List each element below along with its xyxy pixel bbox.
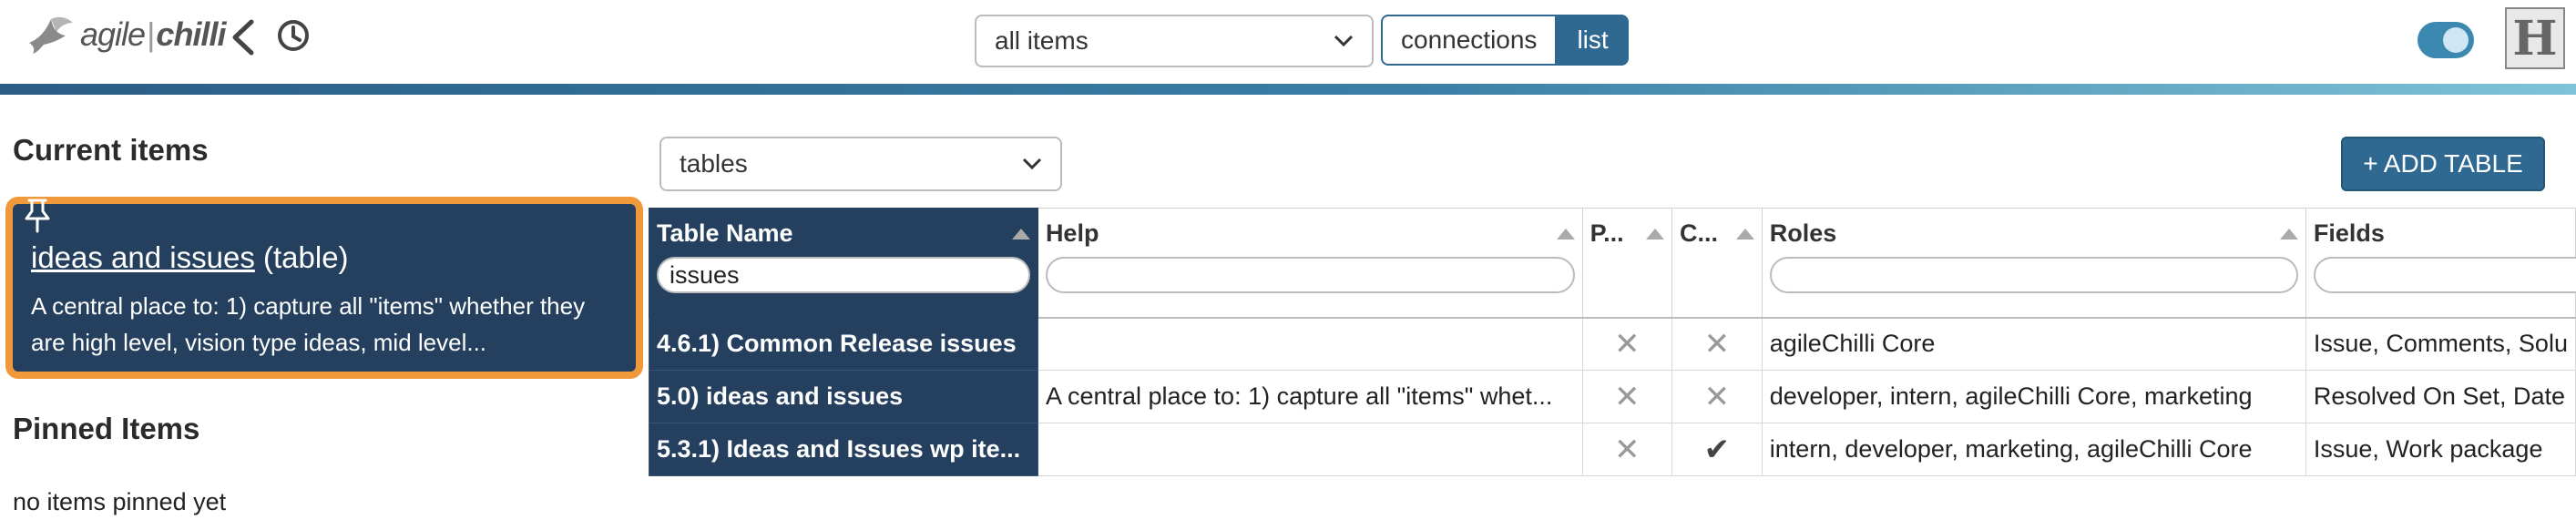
column-label: C... bbox=[1679, 219, 1718, 247]
current-items-heading: Current items bbox=[13, 133, 209, 167]
column-header-c[interactable]: C... bbox=[1671, 208, 1763, 319]
logo-wordmark: agile|chilli bbox=[80, 15, 226, 54]
table-header-row: Table Name Help P... C... Roles Fields bbox=[649, 208, 2576, 319]
roles-filter-input[interactable] bbox=[1769, 257, 2298, 293]
row-roles: agileChilli Core bbox=[1761, 317, 2306, 371]
tables-grid: Table Name Help P... C... Roles Fields bbox=[649, 208, 2576, 476]
column-header-p[interactable]: P... bbox=[1581, 208, 1672, 319]
logo-word-chilli: chilli bbox=[156, 15, 226, 53]
column-header-roles[interactable]: Roles bbox=[1761, 208, 2306, 319]
row-table-name[interactable]: 5.3.1) Ideas and Issues wp ite... bbox=[649, 423, 1038, 476]
sort-triangle-icon[interactable] bbox=[1556, 228, 1575, 240]
column-header-help[interactable]: Help bbox=[1037, 208, 1583, 319]
card-description: A central place to: 1) capture all "item… bbox=[31, 292, 586, 356]
sort-triangle-icon[interactable] bbox=[1645, 228, 1664, 240]
theme-toggle-switch[interactable] bbox=[2418, 22, 2474, 58]
card-title-link[interactable]: ideas and issues bbox=[31, 240, 255, 274]
column-label: Table Name bbox=[657, 219, 793, 247]
user-avatar[interactable]: H bbox=[2505, 7, 2565, 69]
pin-icon[interactable] bbox=[22, 197, 53, 233]
sort-triangle-icon[interactable] bbox=[1735, 228, 1754, 240]
cross-icon: ✕ bbox=[1581, 317, 1672, 371]
row-roles: intern, developer, marketing, agileChill… bbox=[1761, 423, 2306, 476]
sort-triangle-icon[interactable] bbox=[2279, 228, 2298, 240]
app-logo[interactable]: agile|chilli bbox=[26, 7, 226, 62]
checkmark-icon: ✔ bbox=[1671, 423, 1763, 476]
column-label: P... bbox=[1590, 219, 1624, 247]
row-fields: Issue, Work package bbox=[2305, 423, 2576, 476]
card-title: ideas and issues (table) bbox=[31, 240, 618, 275]
row-table-name[interactable]: 5.0) ideas and issues bbox=[649, 370, 1038, 423]
column-header-fields[interactable]: Fields bbox=[2305, 208, 2576, 319]
item-type-select-value: tables bbox=[680, 149, 748, 178]
pinned-items-heading: Pinned Items bbox=[13, 412, 200, 445]
logo-word-agile: agile bbox=[80, 15, 146, 53]
sort-triangle-icon[interactable] bbox=[1011, 228, 1030, 240]
current-item-card[interactable]: ideas and issues (table) A central place… bbox=[5, 197, 643, 379]
table-row[interactable]: 4.6.1) Common Release issues ✕ ✕ agileCh… bbox=[649, 317, 2576, 371]
connections-button[interactable]: connections bbox=[1381, 15, 1558, 66]
row-help: A central place to: 1) capture all "item… bbox=[1037, 370, 1583, 423]
help-filter-input[interactable] bbox=[1045, 257, 1575, 293]
cross-icon: ✕ bbox=[1581, 423, 1672, 476]
view-select[interactable]: all items bbox=[975, 15, 1374, 67]
table-name-filter-input[interactable] bbox=[657, 257, 1030, 293]
column-header-table-name[interactable]: Table Name bbox=[649, 208, 1038, 319]
row-help bbox=[1037, 317, 1583, 371]
row-roles: developer, intern, agileChilli Core, mar… bbox=[1761, 370, 2306, 423]
add-table-button[interactable]: + ADD TABLE bbox=[2341, 137, 2545, 191]
logo-separator: | bbox=[147, 15, 155, 53]
toggle-knob bbox=[2443, 27, 2469, 53]
no-pinned-message: no items pinned yet bbox=[13, 488, 227, 515]
chevron-down-icon bbox=[1022, 158, 1042, 170]
back-arrow-icon[interactable] bbox=[226, 16, 262, 58]
cross-icon: ✕ bbox=[1671, 370, 1763, 423]
header-gradient-band bbox=[0, 84, 2576, 95]
table-row[interactable]: 5.3.1) Ideas and Issues wp ite... ✕ ✔ in… bbox=[649, 423, 2576, 476]
row-table-name[interactable]: 4.6.1) Common Release issues bbox=[649, 317, 1038, 371]
chevron-down-icon bbox=[1334, 35, 1354, 47]
row-fields: Resolved On Set, Date bbox=[2305, 370, 2576, 423]
item-type-select[interactable]: tables bbox=[659, 137, 1062, 191]
row-fields: Issue, Comments, Solu bbox=[2305, 317, 2576, 371]
card-title-suffix: (table) bbox=[254, 240, 349, 274]
view-select-value: all items bbox=[995, 26, 1089, 55]
history-clock-icon[interactable] bbox=[275, 16, 312, 55]
cross-icon: ✕ bbox=[1581, 370, 1672, 423]
top-bar: agile|chilli all items connections list … bbox=[0, 0, 2576, 84]
list-button[interactable]: list bbox=[1557, 15, 1629, 66]
column-label: Help bbox=[1045, 219, 1099, 247]
cross-icon: ✕ bbox=[1671, 317, 1763, 371]
view-mode-toggle: connections list bbox=[1381, 15, 1629, 66]
table-row[interactable]: 5.0) ideas and issues A central place to… bbox=[649, 370, 2576, 423]
fields-filter-input[interactable] bbox=[2313, 257, 2576, 293]
column-label: Fields bbox=[2313, 219, 2385, 247]
row-help bbox=[1037, 423, 1583, 476]
column-label: Roles bbox=[1769, 219, 1837, 247]
bird-logo-icon bbox=[29, 16, 73, 54]
